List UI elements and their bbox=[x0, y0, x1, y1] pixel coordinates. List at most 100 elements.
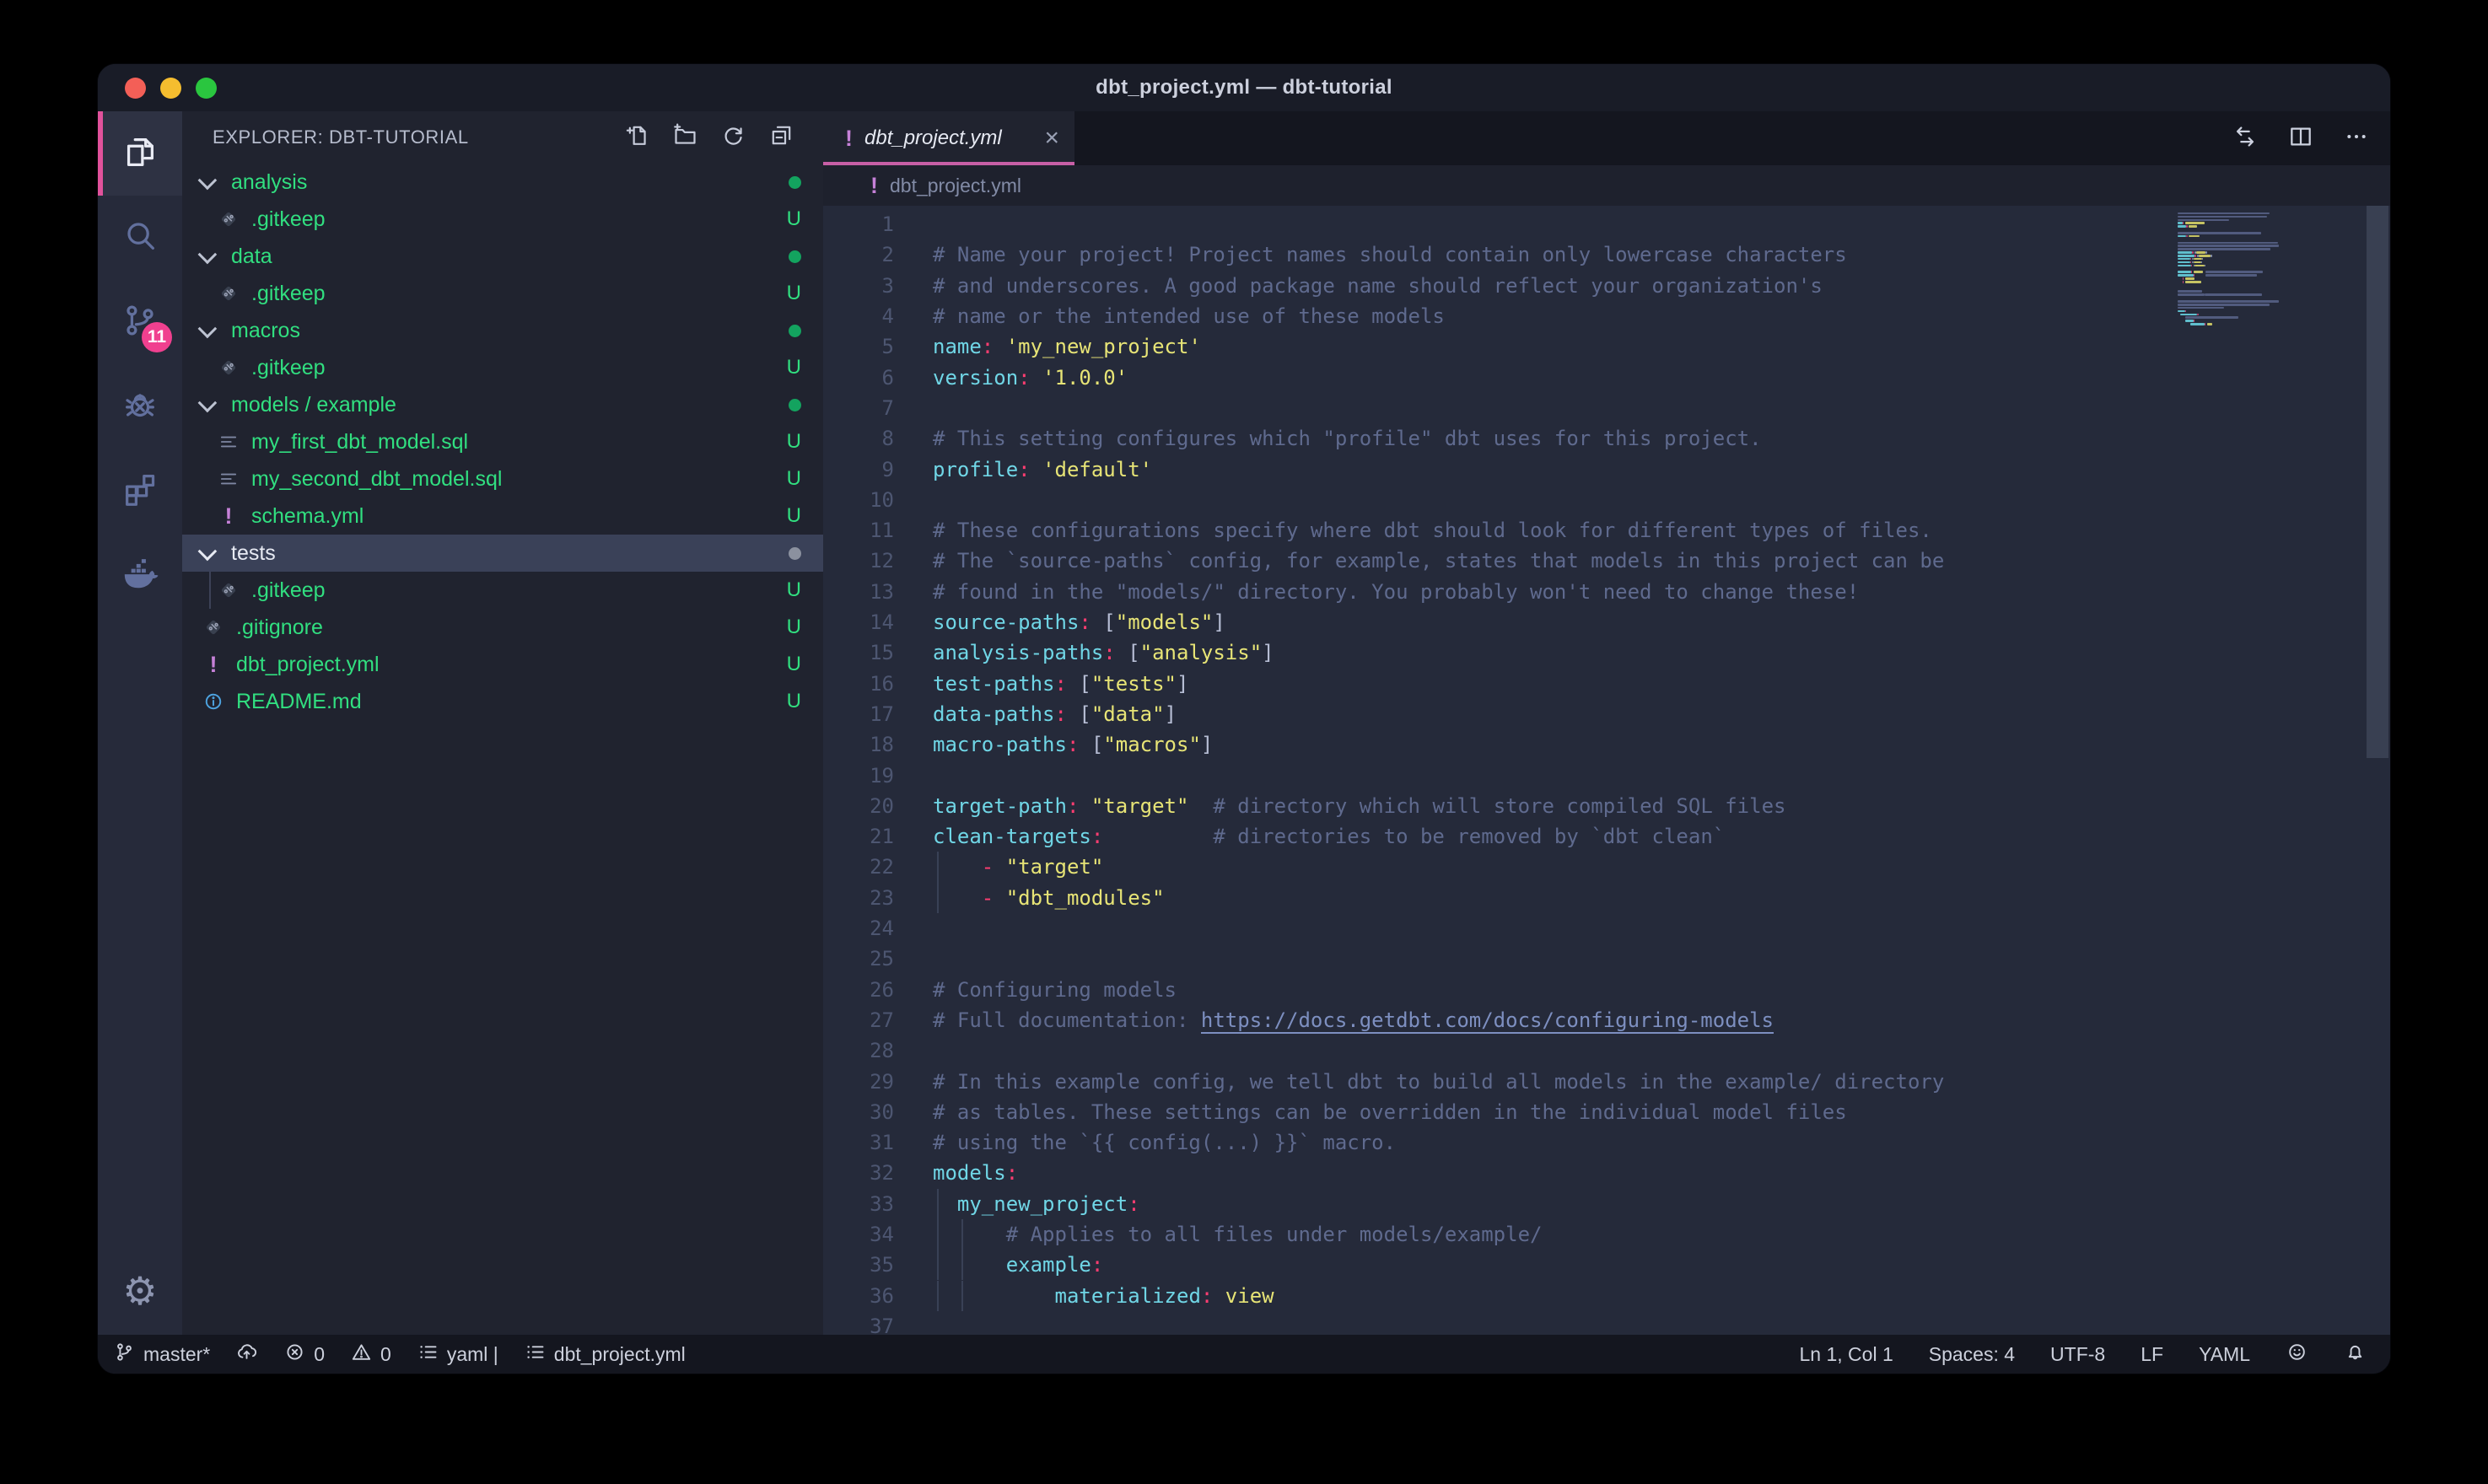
tree-folder-data[interactable]: data bbox=[182, 238, 823, 275]
activity-item-search[interactable] bbox=[98, 196, 182, 280]
tree-folder-tests[interactable]: tests bbox=[182, 535, 823, 572]
code-line-36[interactable]: 36 materialized: view bbox=[823, 1281, 2390, 1311]
status-right-spaces-4[interactable]: Spaces: 4 bbox=[1929, 1343, 2015, 1366]
status-left-0[interactable]: 0 bbox=[350, 1341, 391, 1368]
tree-file-readme-md[interactable]: README.mdU bbox=[182, 683, 823, 720]
code-line-1[interactable]: 1 bbox=[823, 209, 2390, 239]
code-line-26[interactable]: 26# Configuring models bbox=[823, 975, 2390, 1005]
code-line-34[interactable]: 34 # Applies to all files under models/e… bbox=[823, 1219, 2390, 1250]
code-line-23[interactable]: 23 - "dbt_modules" bbox=[823, 883, 2390, 913]
code-area[interactable]: 12# Name your project! Project names sho… bbox=[823, 206, 2390, 1335]
sql-file-icon bbox=[218, 431, 240, 453]
status-right-lf[interactable]: LF bbox=[2141, 1343, 2163, 1366]
code-line-2[interactable]: 2# Name your project! Project names shou… bbox=[823, 239, 2390, 270]
line-number: 19 bbox=[840, 764, 894, 788]
folder-modified-dot bbox=[789, 176, 801, 189]
activity-item-debug[interactable] bbox=[98, 364, 182, 449]
status-left-0[interactable]: 0 bbox=[283, 1341, 325, 1368]
new-file-button[interactable] bbox=[624, 122, 650, 153]
code-line-14[interactable]: 14source-paths: ["models"] bbox=[823, 607, 2390, 637]
minimize-window-button[interactable] bbox=[160, 78, 181, 99]
compare-editor-action[interactable] bbox=[2232, 123, 2259, 154]
code-line-4[interactable]: 4# name or the intended use of these mod… bbox=[823, 301, 2390, 331]
code-line-24[interactable]: 24 bbox=[823, 913, 2390, 944]
status-right-utf-8[interactable]: UTF-8 bbox=[2050, 1343, 2105, 1366]
tree-folder-macros[interactable]: macros bbox=[182, 312, 823, 349]
collapse-all-button[interactable] bbox=[768, 122, 794, 153]
settings-gear-button[interactable]: ⚙ bbox=[98, 1264, 182, 1318]
git-file-icon bbox=[218, 208, 240, 230]
status-right-bell[interactable] bbox=[2344, 1341, 2367, 1368]
code-line-19[interactable]: 19 bbox=[823, 760, 2390, 790]
code-line-17[interactable]: 17data-paths: ["data"] bbox=[823, 699, 2390, 729]
code-line-9[interactable]: 9profile: 'default' bbox=[823, 454, 2390, 484]
code-line-20[interactable]: 20target-path: "target" # directory whic… bbox=[823, 791, 2390, 821]
editor-actions bbox=[2232, 111, 2370, 165]
code-line-12[interactable]: 12# The `source-paths` config, for examp… bbox=[823, 546, 2390, 576]
git-file-icon bbox=[218, 357, 240, 379]
refresh-button[interactable] bbox=[720, 122, 746, 153]
tree-file--gitkeep[interactable]: .gitkeepU bbox=[182, 201, 823, 238]
tab-close-icon[interactable]: × bbox=[1044, 126, 1059, 151]
status-left-yaml[interactable]: yaml | bbox=[417, 1341, 498, 1368]
line-number: 7 bbox=[840, 396, 894, 420]
code-line-15[interactable]: 15analysis-paths: ["analysis"] bbox=[823, 637, 2390, 668]
status-right-yaml[interactable]: YAML bbox=[2199, 1343, 2250, 1366]
status-right-ln-1-col-1[interactable]: Ln 1, Col 1 bbox=[1800, 1343, 1893, 1366]
code-line-31[interactable]: 31# using the `{{ config(...) }}` macro. bbox=[823, 1127, 2390, 1158]
tree-file--gitignore[interactable]: .gitignoreU bbox=[182, 609, 823, 646]
tab-dbt-project-yml[interactable]: ! dbt_project.yml × bbox=[823, 111, 1074, 165]
code-line-3[interactable]: 3# and underscores. A good package name … bbox=[823, 271, 2390, 301]
status-left-master[interactable]: master* bbox=[113, 1341, 210, 1368]
new-folder-button[interactable] bbox=[672, 122, 698, 153]
folder-dot bbox=[789, 547, 801, 560]
tree-file--gitkeep[interactable]: .gitkeepU bbox=[182, 275, 823, 312]
tree-file-my-second-dbt-model-sql[interactable]: my_second_dbt_model.sqlU bbox=[182, 460, 823, 497]
folder-modified-dot bbox=[789, 325, 801, 337]
code-line-29[interactable]: 29# In this example config, we tell dbt … bbox=[823, 1066, 2390, 1096]
code-line-8[interactable]: 8# This setting configures which "profil… bbox=[823, 423, 2390, 454]
code-line-10[interactable]: 10 bbox=[823, 485, 2390, 515]
activity-item-explorer[interactable] bbox=[98, 111, 182, 196]
code-line-6[interactable]: 6version: '1.0.0' bbox=[823, 363, 2390, 393]
status-left-cloud-upload[interactable] bbox=[235, 1341, 258, 1368]
tree-file-schema-yml[interactable]: !schema.ymlU bbox=[182, 497, 823, 535]
tree-file-my-first-dbt-model-sql[interactable]: my_first_dbt_model.sqlU bbox=[182, 423, 823, 460]
close-window-button[interactable] bbox=[125, 78, 146, 99]
tree-folder-models-example[interactable]: models / example bbox=[182, 386, 823, 423]
activity-item-docker[interactable] bbox=[98, 533, 182, 617]
git-status-badge: U bbox=[787, 282, 801, 305]
split-editor-action[interactable] bbox=[2287, 123, 2314, 154]
code-line-28[interactable]: 28 bbox=[823, 1035, 2390, 1066]
code-line-5[interactable]: 5name: 'my_new_project' bbox=[823, 331, 2390, 362]
code-line-27[interactable]: 27# Full documentation: https://docs.get… bbox=[823, 1005, 2390, 1035]
code-line-30[interactable]: 30# as tables. These settings can be ove… bbox=[823, 1097, 2390, 1127]
tree-file-dbt-project-yml[interactable]: !dbt_project.ymlU bbox=[182, 646, 823, 683]
code-line-13[interactable]: 13# found in the "models/" directory. Yo… bbox=[823, 577, 2390, 607]
git-status-badge: U bbox=[787, 430, 801, 454]
code-line-21[interactable]: 21clean-targets: # directories to be rem… bbox=[823, 821, 2390, 852]
status-left-dbt-project-yml[interactable]: dbt_project.yml bbox=[524, 1341, 686, 1368]
breadcrumb[interactable]: ! dbt_project.yml bbox=[823, 165, 2390, 206]
code-line-7[interactable]: 7 bbox=[823, 393, 2390, 423]
code-line-33[interactable]: 33 my_new_project: bbox=[823, 1189, 2390, 1219]
tree-folder-analysis[interactable]: analysis bbox=[182, 164, 823, 201]
code-line-35[interactable]: 35 example: bbox=[823, 1250, 2390, 1280]
zoom-window-button[interactable] bbox=[196, 78, 217, 99]
code-line-37[interactable]: 37 bbox=[823, 1311, 2390, 1335]
code-line-25[interactable]: 25 bbox=[823, 944, 2390, 974]
tree-item-label: schema.yml bbox=[251, 504, 787, 529]
tree-file--gitkeep[interactable]: .gitkeepU bbox=[182, 572, 823, 609]
activity-item-source-control[interactable]: 11 bbox=[98, 280, 182, 364]
code-line-11[interactable]: 11# These configurations specify where d… bbox=[823, 515, 2390, 546]
code-line-32[interactable]: 32models: bbox=[823, 1158, 2390, 1188]
more-editor-action[interactable] bbox=[2343, 123, 2370, 154]
code-line-22[interactable]: 22 - "target" bbox=[823, 852, 2390, 882]
line-number: 9 bbox=[840, 458, 894, 481]
tree-file--gitkeep[interactable]: .gitkeepU bbox=[182, 349, 823, 386]
compare-icon bbox=[2232, 139, 2259, 153]
code-line-18[interactable]: 18macro-paths: ["macros"] bbox=[823, 729, 2390, 760]
activity-item-extensions[interactable] bbox=[98, 449, 182, 533]
status-right-smiley[interactable] bbox=[2286, 1341, 2308, 1368]
code-line-16[interactable]: 16test-paths: ["tests"] bbox=[823, 669, 2390, 699]
